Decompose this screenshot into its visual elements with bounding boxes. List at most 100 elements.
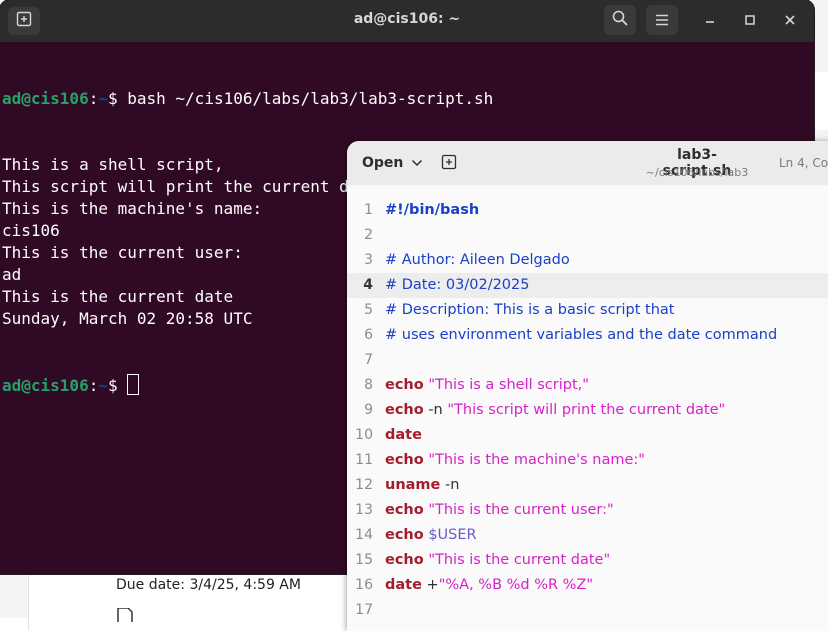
prompt-user: ad@cis106 bbox=[2, 89, 89, 108]
code-line[interactable]: 1 #!/bin/bash bbox=[347, 198, 828, 223]
code-text: echo "This is the current user:" bbox=[385, 498, 614, 523]
editor-header-bar: Open lab3-script.sh ~/cis106/labs/lab3 L… bbox=[347, 141, 828, 185]
code-token: # Date: 03/02/2025 bbox=[385, 277, 530, 293]
menu-button[interactable] bbox=[646, 5, 678, 35]
code-text: #!/bin/bash bbox=[385, 198, 479, 223]
search-button[interactable] bbox=[604, 5, 636, 35]
code-line[interactable]: 16 date +"%A, %B %d %R %Z" bbox=[347, 573, 828, 598]
code-token: echo bbox=[385, 452, 424, 468]
due-date-text: Due date: 3/4/25, 4:59 AM bbox=[116, 577, 301, 593]
code-line[interactable]: 9 echo -n "This script will print the cur… bbox=[347, 398, 828, 423]
code-token: echo bbox=[385, 552, 424, 568]
new-document-button[interactable] bbox=[441, 154, 459, 172]
search-icon bbox=[612, 10, 628, 30]
code-text: date +"%A, %B %d %R %Z" bbox=[385, 573, 593, 598]
code-token: # Description: This is a basic script th… bbox=[385, 302, 675, 318]
hamburger-menu-icon bbox=[655, 11, 669, 30]
prompt-path: ~ bbox=[98, 376, 108, 395]
line-number: 15 bbox=[355, 552, 373, 568]
maximize-icon bbox=[744, 11, 756, 30]
code-line[interactable]: 2 bbox=[347, 223, 828, 248]
prompt-path: ~ bbox=[98, 89, 108, 108]
maximize-button[interactable] bbox=[734, 5, 766, 35]
code-line[interactable]: 3 # Author: Aileen Delgado bbox=[347, 248, 828, 273]
code-text: echo $USER bbox=[385, 523, 477, 548]
code-text: # Author: Aileen Delgado bbox=[385, 248, 570, 273]
prompt-user: ad@cis106 bbox=[2, 376, 89, 395]
code-line[interactable]: 4 # Date: 03/02/2025 bbox=[347, 273, 828, 298]
code-token: #!/bin/bash bbox=[385, 202, 480, 218]
line-number: 5 bbox=[364, 302, 373, 318]
code-token: -n bbox=[440, 477, 460, 493]
code-line[interactable]: 12 uname -n bbox=[347, 473, 828, 498]
line-number: 4 bbox=[363, 277, 373, 293]
command-line: ad@cis106:~$ bash ~/cis106/labs/lab3/lab… bbox=[2, 88, 676, 110]
line-number: 2 bbox=[364, 227, 373, 243]
code-token: # uses environment variables and the dat… bbox=[385, 327, 778, 343]
code-line[interactable]: 10 date bbox=[347, 423, 828, 448]
code-token: + bbox=[421, 577, 439, 593]
line-number: 12 bbox=[355, 477, 373, 493]
cursor-position-indicator[interactable]: Ln 4, Col bbox=[779, 156, 828, 170]
line-number: 11 bbox=[355, 452, 373, 468]
open-button[interactable]: Open bbox=[355, 149, 430, 177]
line-number: 6 bbox=[364, 327, 373, 343]
code-line[interactable]: 11 echo "This is the machine's name:" bbox=[347, 448, 828, 473]
prompt-symbol: $ bbox=[107, 89, 128, 108]
code-token: "This script will print the current date… bbox=[447, 402, 726, 418]
code-text: # Description: This is a basic script th… bbox=[385, 298, 674, 323]
code-line[interactable]: 5 # Description: This is a basic script t… bbox=[347, 298, 828, 323]
code-line[interactable]: 14 echo $USER bbox=[347, 523, 828, 548]
code-text: echo "This is the current date" bbox=[385, 548, 610, 573]
code-token: "This is the current date" bbox=[428, 552, 611, 568]
code-token: echo bbox=[385, 527, 424, 543]
code-line[interactable]: 7 bbox=[347, 348, 828, 373]
close-button[interactable] bbox=[774, 5, 806, 35]
code-token: date bbox=[385, 577, 422, 593]
code-token: # Author: Aileen Delgado bbox=[385, 252, 570, 268]
close-icon bbox=[784, 11, 796, 30]
code-token: echo bbox=[385, 502, 424, 518]
code-token: -n bbox=[423, 402, 448, 418]
line-number: 8 bbox=[364, 377, 373, 393]
document-path: ~/cis106/labs/lab3 bbox=[645, 166, 749, 179]
code-token: "This is the current user:" bbox=[428, 502, 614, 518]
line-number: 10 bbox=[355, 427, 373, 443]
line-number: 13 bbox=[355, 502, 373, 518]
code-editor-area[interactable]: 1 #!/bin/bash 2 3 # Author: Aileen Delgado 4 #… bbox=[347, 198, 828, 623]
code-text: uname -n bbox=[385, 473, 459, 498]
code-token: uname bbox=[385, 477, 441, 493]
code-text: echo "This is the machine's name:" bbox=[385, 448, 645, 473]
code-line[interactable]: 8 echo "This is a shell script," bbox=[347, 373, 828, 398]
code-text: date bbox=[385, 423, 422, 448]
code-line[interactable]: 6 # uses environment variables and the da… bbox=[347, 323, 828, 348]
code-line[interactable]: 15 echo "This is the current date" bbox=[347, 548, 828, 573]
line-number: 9 bbox=[364, 402, 373, 418]
minimize-icon bbox=[704, 11, 716, 30]
open-label: Open bbox=[362, 155, 404, 171]
code-token: "%A, %B %d %R %Z" bbox=[438, 577, 594, 593]
code-text: echo -n "This script will print the curr… bbox=[385, 398, 725, 423]
new-tab-button[interactable] bbox=[8, 7, 40, 35]
code-token: $USER bbox=[428, 527, 477, 543]
code-line[interactable]: 13 echo "This is the current user:" bbox=[347, 498, 828, 523]
terminal-header-bar: ad@cis106: ~ bbox=[0, 0, 814, 42]
background-strip bbox=[814, 72, 828, 130]
code-token: date bbox=[385, 427, 422, 443]
code-line[interactable]: 17 bbox=[347, 598, 828, 623]
prompt-separator: : bbox=[88, 376, 99, 395]
text-editor-window[interactable]: Open lab3-script.sh ~/cis106/labs/lab3 L… bbox=[347, 141, 828, 631]
minimize-button[interactable] bbox=[694, 5, 726, 35]
prompt-separator: : bbox=[88, 89, 99, 108]
line-number: 14 bbox=[355, 527, 373, 543]
command-text: bash ~/cis106/labs/lab3/lab3-script.sh bbox=[127, 89, 494, 108]
code-token: echo bbox=[385, 377, 424, 393]
code-text: # Date: 03/02/2025 bbox=[385, 273, 529, 298]
prompt-symbol: $ bbox=[107, 376, 128, 395]
code-token: "This is a shell script," bbox=[428, 377, 589, 393]
line-number: 3 bbox=[364, 252, 373, 268]
line-number: 1 bbox=[364, 202, 373, 218]
new-document-icon bbox=[441, 154, 457, 174]
terminal-cursor bbox=[127, 374, 140, 395]
code-text: # uses environment variables and the dat… bbox=[385, 323, 777, 348]
